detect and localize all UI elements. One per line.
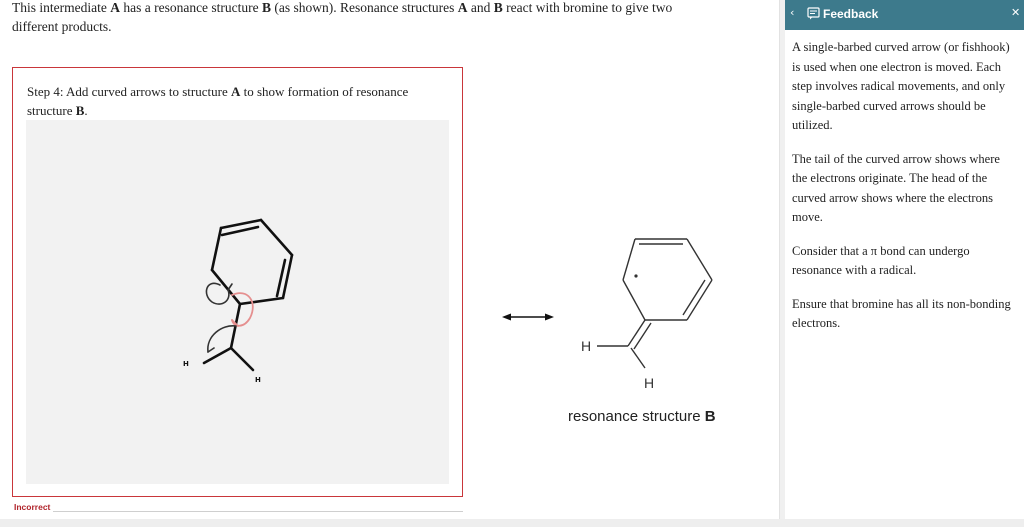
bond-left[interactable] xyxy=(210,226,223,272)
feedback-panel: ‹ Feedback ✕ A single-barbed curved arro… xyxy=(785,0,1024,527)
close-icon[interactable]: ✕ xyxy=(1011,6,1020,19)
radical-dot xyxy=(634,274,638,278)
bond-ch-bottom[interactable] xyxy=(229,346,255,372)
feedback-paragraph: Consider that a π bond can undergo reson… xyxy=(792,243,970,278)
feedback-body: A single-barbed curved arrow (or fishhoo… xyxy=(792,38,1016,348)
feedback-title: Feedback xyxy=(823,7,879,21)
structure-a-drawing[interactable]: H H xyxy=(26,120,449,484)
status-badge: Incorrect xyxy=(14,502,51,512)
structure-b-caption: resonance structure B xyxy=(568,408,716,425)
feedback-icon xyxy=(807,7,820,20)
drawing-canvas[interactable]: H H xyxy=(26,120,449,484)
atom-h-left-b: H xyxy=(581,338,591,354)
feedback-paragraph: A single-barbed curved arrow (or fishhoo… xyxy=(792,40,1010,132)
step-card: Step 4: Add curved arrows to structure A… xyxy=(12,67,463,497)
question-panel: This intermediate A has a resonance stru… xyxy=(0,0,779,527)
feedback-header: ‹ Feedback ✕ xyxy=(785,0,1024,30)
bond-top-inner[interactable] xyxy=(220,225,260,237)
curved-arrow-1-head xyxy=(227,283,233,291)
curved-arrow-3-head xyxy=(207,347,215,353)
step-instructions: Step 4: Add curved arrows to structure A… xyxy=(27,84,409,118)
bond-bottom[interactable] xyxy=(238,296,285,306)
bond-bottom-left[interactable] xyxy=(210,268,242,306)
bond-top-right[interactable] xyxy=(259,218,294,257)
atom-h-bottom[interactable]: H xyxy=(255,376,261,384)
structure-b-drawing: H H xyxy=(581,238,713,391)
chevron-left-icon[interactable]: ‹ xyxy=(790,6,794,19)
atom-h-left[interactable]: H xyxy=(183,360,189,368)
resonance-arrow-icon xyxy=(502,313,554,321)
status-divider xyxy=(53,511,463,512)
atom-h-bottom-b: H xyxy=(644,375,654,391)
question-intro: This intermediate A has a resonance stru… xyxy=(12,0,673,34)
bottom-bar xyxy=(0,519,1024,527)
feedback-paragraph: Ensure that bromine has all its non-bond… xyxy=(792,296,1011,331)
feedback-paragraph: The tail of the curved arrow shows where… xyxy=(792,151,1000,225)
